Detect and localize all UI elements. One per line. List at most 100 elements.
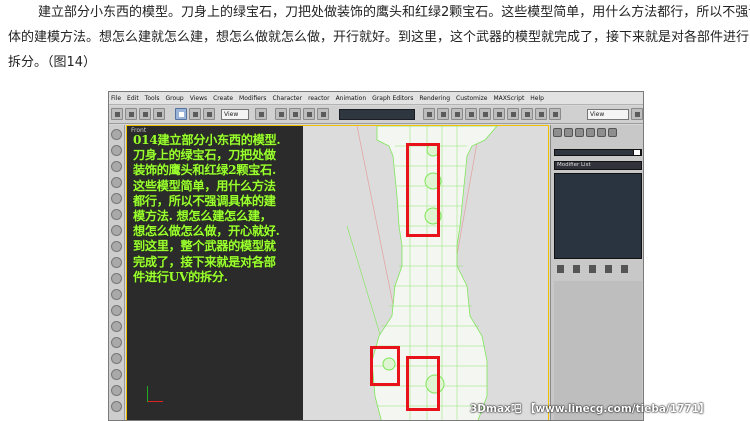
tool-icon-2[interactable] (111, 145, 122, 156)
render-setup-icon[interactable] (507, 108, 519, 120)
tool-icon-11[interactable] (111, 289, 122, 300)
reference-coordinate-dropdown[interactable]: View (221, 109, 249, 120)
tool-icon-17[interactable] (111, 385, 122, 396)
make-unique-icon[interactable] (589, 265, 596, 273)
overlay-line-7: 想怎么做怎么做，开心就好. (133, 224, 280, 239)
align-icon[interactable] (437, 108, 449, 120)
menu-reactor[interactable]: reactor (308, 95, 330, 102)
display-tab-icon[interactable] (597, 128, 606, 137)
highlight-box-side-gem (370, 346, 400, 386)
teapot-render-icon[interactable] (549, 108, 561, 120)
overlay-line-10: 件进行UV的拆分. (133, 269, 228, 284)
menu-tools[interactable]: Tools (145, 95, 160, 102)
menu-character[interactable]: Character (272, 95, 302, 102)
select-object-icon[interactable] (125, 108, 137, 120)
hierarchy-tab-icon[interactable] (575, 128, 584, 137)
schematic-view-icon[interactable] (479, 108, 491, 120)
tool-icon-14[interactable] (111, 337, 122, 348)
overlay-line-3: 装饰的鹰头和红绿2颗宝石. (133, 163, 276, 178)
parameters-rollout (554, 281, 642, 420)
curve-editor-icon[interactable] (465, 108, 477, 120)
highlight-box-eagle-head (406, 356, 440, 411)
tool-icon-6[interactable] (111, 209, 122, 220)
menu-group[interactable]: Group (165, 95, 183, 102)
tool-icon-18[interactable] (111, 401, 122, 412)
menu-animation[interactable]: Animation (336, 95, 367, 102)
material-editor-icon[interactable] (493, 108, 505, 120)
select-by-name-icon[interactable] (139, 108, 151, 120)
tool-icon-10[interactable] (111, 273, 122, 284)
menu-file[interactable]: File (111, 95, 121, 102)
object-color-swatch[interactable] (633, 149, 641, 156)
motion-tab-icon[interactable] (586, 128, 595, 137)
menu-rendering[interactable]: Rendering (419, 95, 450, 102)
pin-stack-icon[interactable] (557, 265, 564, 273)
menu-views[interactable]: Views (190, 95, 207, 102)
overlay-line-6: 模方法. 想怎么建怎么建， (133, 209, 272, 224)
tool-icon-13[interactable] (111, 321, 122, 332)
utilities-tab-icon[interactable] (608, 128, 617, 137)
tool-icon-4[interactable] (111, 177, 122, 188)
menu-create[interactable]: Create (213, 95, 233, 102)
quick-render-icon[interactable] (521, 108, 533, 120)
mirror-icon[interactable] (423, 108, 435, 120)
command-panel-tabs (553, 128, 643, 142)
show-end-result-icon[interactable] (573, 265, 580, 273)
article-line-1: 建立部分小东西的模型。刀身上的绿宝石，刀把处做装饰的鹰头和红绿2颗宝石。这些模型… (38, 5, 750, 20)
tool-icon-16[interactable] (111, 369, 122, 380)
menu-edit[interactable]: Edit (127, 95, 139, 102)
article-line-3: 拆分。（图14） (8, 55, 97, 70)
axis-y-indicator (147, 386, 148, 402)
overlay-line-2: 刀身上的绿宝石，刀把处做 (133, 148, 276, 163)
overlay-caption: 014建立部分小东西的模型. 刀身上的绿宝石，刀把处做 装饰的鹰头和红绿2颗宝石… (133, 133, 309, 285)
select-region-icon[interactable] (153, 108, 165, 120)
snap-icon[interactable] (275, 108, 287, 120)
menu-help[interactable]: Help (530, 95, 544, 102)
tool-icon-8[interactable] (111, 241, 122, 252)
overlay-line-1: 014建立部分小东西的模型. (133, 133, 281, 147)
remove-modifier-icon[interactable] (605, 265, 612, 273)
stack-buttons (557, 265, 641, 275)
left-tool-column (109, 125, 125, 420)
overlay-line-9: 完成了，接下来就是对各部 (133, 254, 276, 269)
overlay-line-4: 这些模型简单，用什么方法 (133, 178, 276, 193)
percent-snap-icon[interactable] (303, 108, 315, 120)
move-icon[interactable] (175, 108, 187, 120)
tool-icon-15[interactable] (111, 353, 122, 364)
undo-icon[interactable] (111, 108, 123, 120)
layer-manager-icon[interactable] (451, 108, 463, 120)
overlay-line-8: 到这里，整个武器的模型就 (133, 239, 276, 254)
named-selection-dropdown[interactable] (339, 109, 415, 120)
tool-icon-9[interactable] (111, 257, 122, 268)
pivot-icon[interactable] (255, 108, 267, 120)
render-icon[interactable] (631, 108, 643, 120)
spinner-snap-icon[interactable] (317, 108, 329, 120)
article-line-2: 体的建模方法。想怎么建就怎么建，想怎么做就怎么做，开行就好。到这里，这个武器的模… (8, 30, 750, 45)
tool-icon-7[interactable] (111, 225, 122, 236)
front-viewport[interactable]: Front 014建立部分小东西的模型. 刀身上的绿宝石，刀把处做 装饰的鹰头和… (126, 125, 549, 420)
tool-icon-5[interactable] (111, 193, 122, 204)
rotate-icon[interactable] (189, 108, 201, 120)
object-name-field[interactable] (554, 149, 642, 156)
watermark-text: 3Dmax吧 【www.linecg.com/tieba/1771】 (470, 403, 710, 415)
angle-snap-icon[interactable] (289, 108, 301, 120)
tool-icon-1[interactable] (111, 129, 122, 140)
tool-icon-12[interactable] (111, 305, 122, 316)
menu-modifiers[interactable]: Modifiers (239, 95, 266, 102)
tool-icon-3[interactable] (111, 161, 122, 172)
render-view-dropdown[interactable]: View (587, 109, 629, 120)
modifier-list-dropdown[interactable]: Modifier List (554, 161, 642, 170)
scale-icon[interactable] (203, 108, 215, 120)
overlay-line-5: 都行，所以不强调具体的建 (133, 193, 276, 208)
render-frame-icon[interactable] (535, 108, 547, 120)
modify-tab-icon[interactable] (564, 128, 573, 137)
article-paragraph: 建立部分小东西的模型。刀身上的绿宝石，刀把处做装饰的鹰头和红绿2颗宝石。这些模型… (8, 0, 750, 75)
configure-sets-icon[interactable] (621, 265, 628, 273)
menu-maxscript[interactable]: MAXScript (494, 95, 525, 102)
menu-customize[interactable]: Customize (456, 95, 488, 102)
modifier-stack[interactable] (554, 173, 642, 259)
axis-x-indicator (147, 401, 163, 402)
create-tab-icon[interactable] (553, 128, 562, 137)
highlight-box-blade-gems (406, 143, 440, 237)
menu-graph-editors[interactable]: Graph Editors (372, 95, 413, 102)
